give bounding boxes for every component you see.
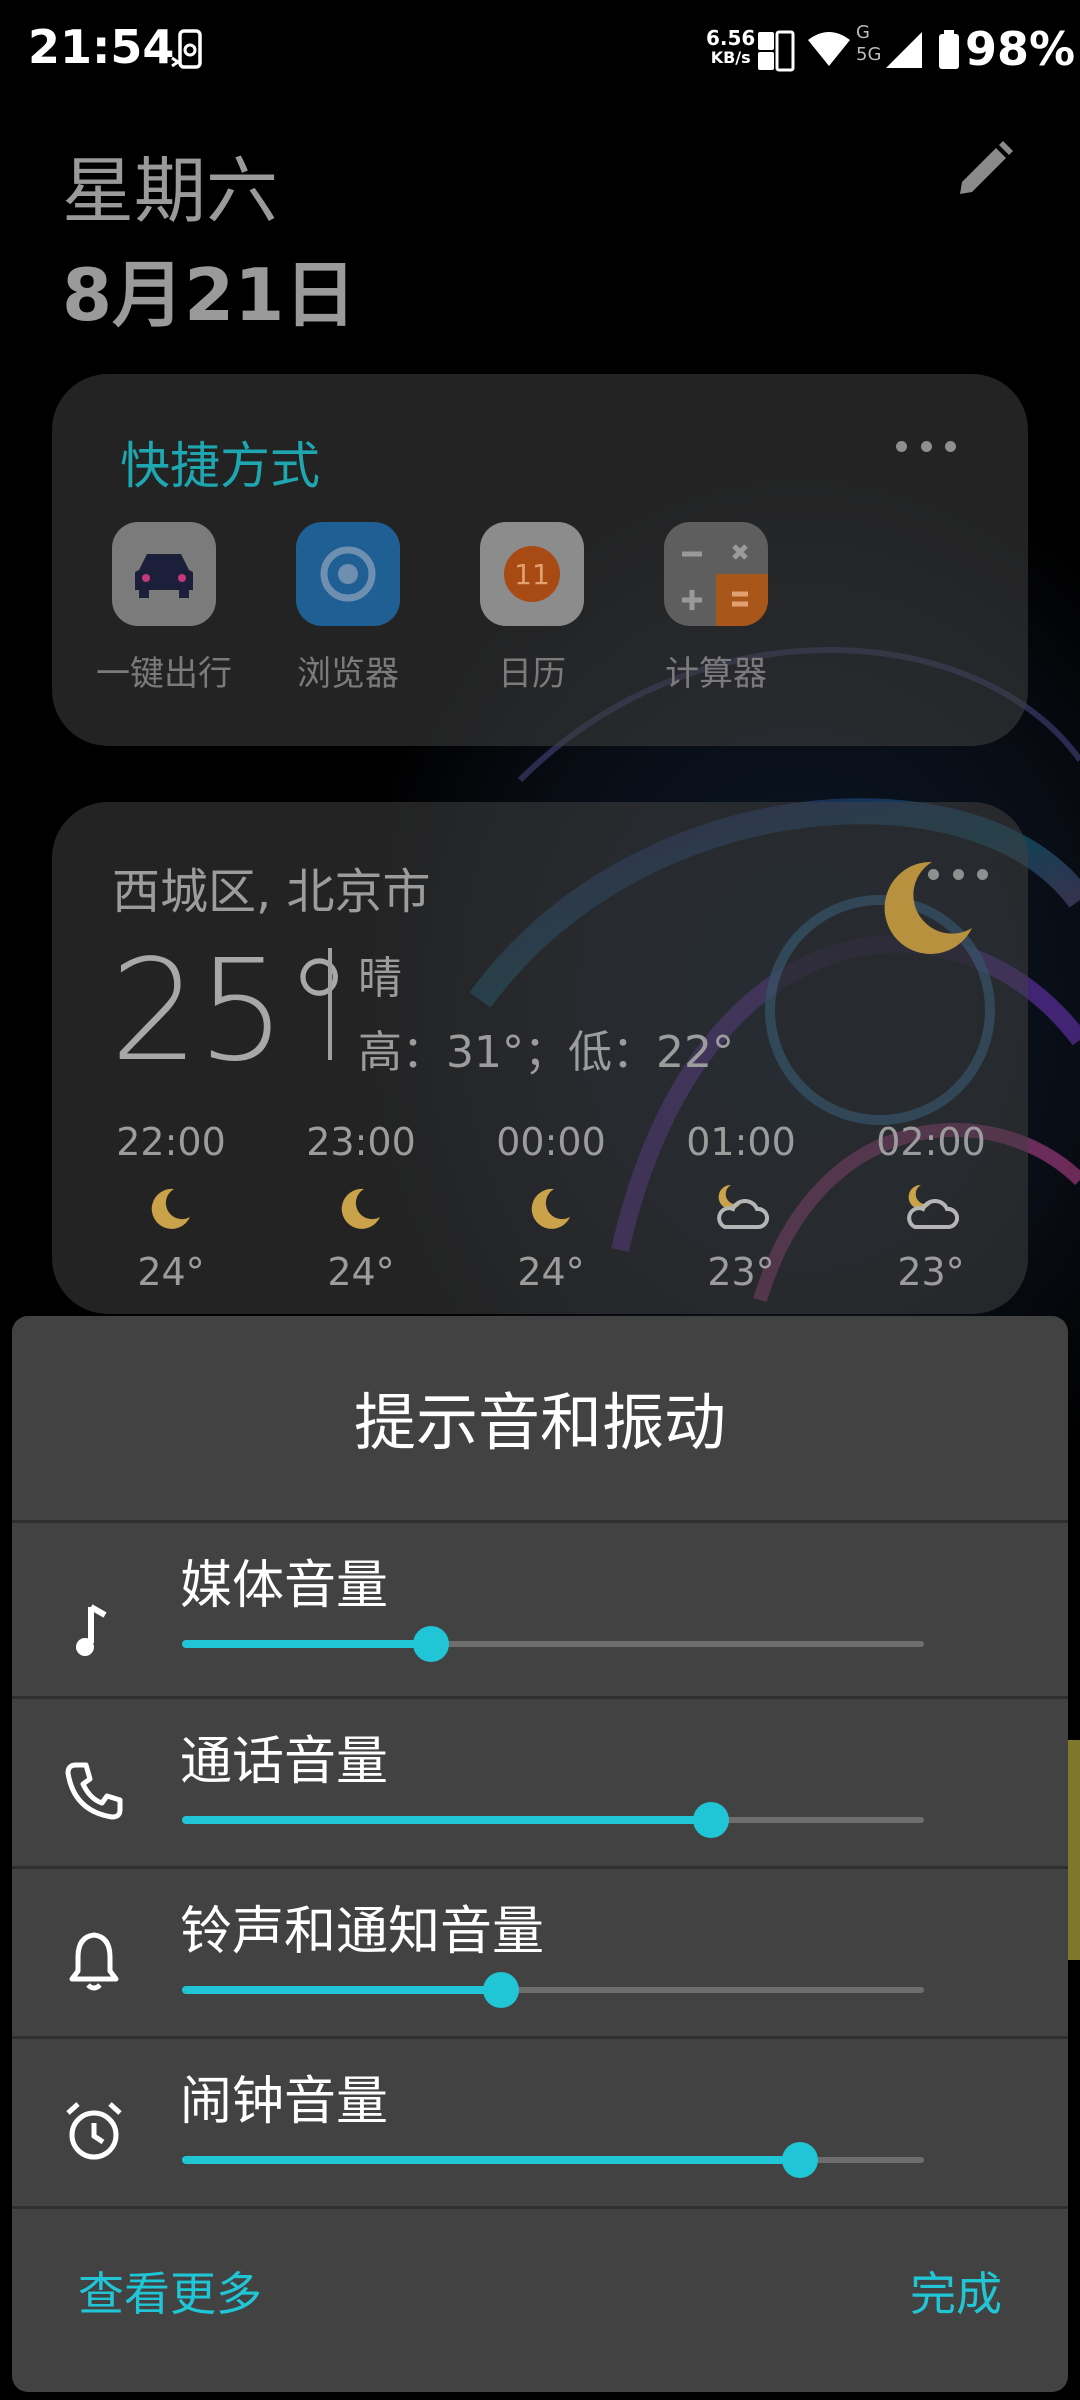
more-options-icon[interactable]: [896, 436, 956, 456]
alarm-volume-row: 闹钟音量: [12, 2039, 1068, 2207]
phone-icon: [52, 1749, 136, 1833]
hourly-forecast-item: 01:00 23°: [656, 1120, 826, 1294]
divider: [12, 2206, 1068, 2209]
shortcut-browser[interactable]: 浏览器: [256, 522, 440, 695]
shortcuts-title: 快捷方式: [120, 437, 320, 495]
slider-thumb[interactable]: [782, 2142, 819, 2178]
clock: 21:54: [28, 20, 175, 74]
volume-label: 闹钟音量: [180, 2072, 389, 2132]
browser-icon: [296, 522, 400, 626]
alarm-volume-slider[interactable]: [182, 2142, 924, 2178]
calendar-icon: 11: [480, 522, 584, 626]
volume-panel: 提示音和振动 媒体音量 通话音量 铃声和通知音量 闹钟音量 查看更多 完成: [12, 1316, 1068, 2392]
slider-thumb[interactable]: [483, 1972, 520, 2008]
calculator-icon: [664, 522, 768, 626]
shortcuts-widget: 快捷方式 一键出行 浏览器 11 日历 计算器: [52, 374, 1028, 746]
media-volume-slider[interactable]: [182, 1626, 924, 1662]
slider-thumb[interactable]: [693, 1802, 730, 1838]
shortcut-label: 浏览器: [297, 654, 399, 694]
moon-icon: [276, 1176, 446, 1240]
call-volume-row: 通话音量: [12, 1699, 1068, 1867]
shortcut-label: 一键出行: [96, 654, 232, 694]
weekday-label: 星期六: [62, 149, 279, 233]
battery-icon: [938, 22, 960, 78]
hourly-forecast-item: 00:00 24°: [466, 1120, 636, 1294]
volume-label: 通话音量: [180, 1732, 389, 1792]
moon-icon: [86, 1176, 256, 1240]
temperature-divider: [328, 948, 332, 1060]
shortcut-calendar[interactable]: 11 日历: [440, 522, 624, 695]
ringtone-volume-row: 铃声和通知音量: [12, 1869, 1068, 2037]
hourly-forecast-item: 02:00 23°: [846, 1120, 1016, 1294]
status-bar: 21:54 6.56 KB/s G 5G 98%: [0, 0, 1080, 100]
ringtone-volume-slider[interactable]: [182, 1972, 924, 2008]
panel-title: 提示音和振动: [353, 1386, 726, 1459]
battery-percentage: 98%: [965, 22, 1076, 76]
dual-sim-icon: [756, 22, 796, 78]
moon-cloud-icon: [846, 1176, 1016, 1240]
moon-icon: [466, 1176, 636, 1240]
moon-cloud-icon: [656, 1176, 826, 1240]
done-button[interactable]: 完成: [910, 2258, 1002, 2324]
bell-icon: [52, 1919, 136, 2003]
call-volume-slider[interactable]: [182, 1802, 924, 1838]
current-temperature: 25°: [110, 930, 354, 1093]
network-type-label: G 5G: [856, 22, 882, 65]
date-label: 8月21日: [62, 253, 357, 337]
media-volume-row: 媒体音量: [12, 1523, 1068, 1691]
cellular-signal-icon: [884, 22, 924, 78]
high-low-temperature: 高：31°；低：22°: [358, 1027, 734, 1078]
volume-label: 铃声和通知音量: [180, 1902, 545, 1962]
hourly-forecast-item: 23:00 24°: [276, 1120, 446, 1294]
see-more-button[interactable]: 查看更多: [78, 2258, 262, 2324]
music-note-icon: [52, 1589, 136, 1673]
edit-icon[interactable]: [952, 138, 1016, 202]
shortcut-drive[interactable]: 一键出行: [72, 522, 256, 695]
svg-text:11: 11: [514, 558, 550, 591]
volume-label: 媒体音量: [180, 1556, 389, 1616]
car-icon: [112, 522, 216, 626]
weather-condition: 晴: [358, 953, 402, 1004]
hourly-forecast-item: 22:00 24°: [86, 1120, 256, 1294]
shortcut-label: 计算器: [665, 654, 767, 694]
slider-thumb[interactable]: [412, 1626, 449, 1662]
weather-more-icon[interactable]: [928, 864, 988, 884]
phone-rotate-icon: [170, 22, 210, 78]
alarm-icon: [52, 2089, 136, 2173]
wifi-icon: [806, 22, 852, 78]
weather-widget[interactable]: 西城区, 北京市 25° 晴 高：31°；低：22° 22:00 24° 23:…: [52, 802, 1028, 1314]
shortcut-label: 日历: [498, 654, 566, 694]
weather-location: 西城区, 北京市: [112, 864, 431, 920]
network-speed: 6.56 KB/s: [706, 26, 756, 67]
shortcut-calculator[interactable]: 计算器: [624, 522, 808, 695]
